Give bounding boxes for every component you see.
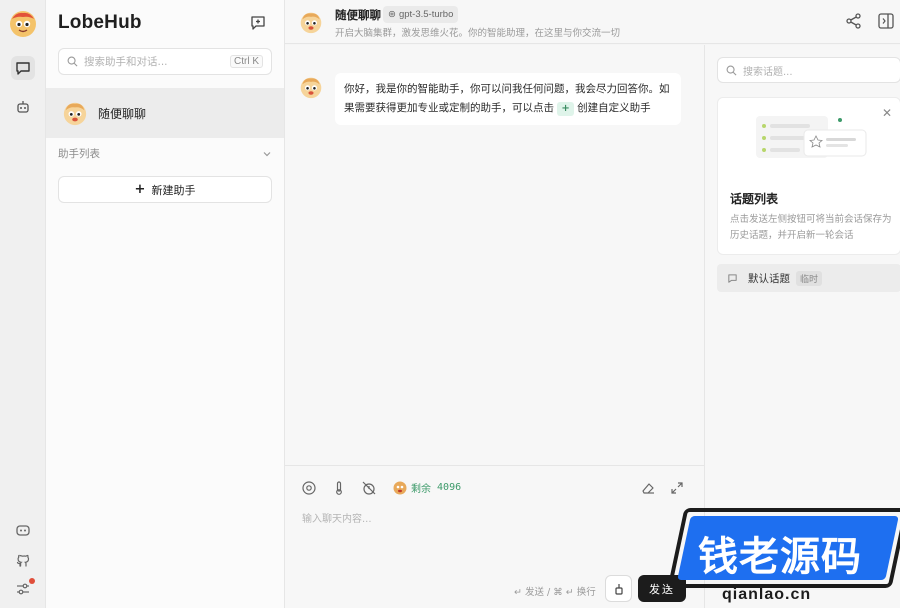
close-icon[interactable]: ✕ [882, 106, 892, 120]
clear-button[interactable] [640, 480, 658, 498]
tokens-value: 4096 [437, 482, 462, 493]
history-limit-button[interactable] [361, 480, 379, 498]
token-face-icon [393, 481, 407, 494]
timer-off-icon [362, 481, 376, 495]
chat-header: 随便聊聊 ⊛ gpt-3.5-turbo 开启大脑集群，激发思维火花。你的智能助… [285, 0, 900, 44]
brain-icon [302, 481, 316, 495]
send-shortcut-hint: ↵ 发送 / ⌘ ↵ 换行 [514, 587, 596, 598]
topic-icon [728, 273, 737, 283]
message-text-end: 创建自定义助手 [577, 102, 651, 114]
new-chat-button[interactable] [248, 13, 268, 33]
chat-description: 开启大脑集群，激发思维火花。你的智能助理，在这里与你交流一切 [335, 28, 621, 39]
bot-icon [17, 101, 29, 113]
session-search-input[interactable]: 搜索助手和对话... Ctrl K [58, 48, 272, 75]
topic-search-placeholder: 搜索话题... [743, 66, 793, 78]
share-button[interactable] [845, 12, 865, 32]
chat-title: 随便聊聊 [335, 8, 381, 22]
token-counter: 剩余 4096 [393, 480, 461, 495]
topic-illustration [756, 116, 867, 158]
model-switch-button[interactable] [301, 480, 319, 498]
agent-group-header[interactable]: 助手列表 [58, 146, 272, 161]
agent-group-label: 助手列表 [58, 148, 100, 160]
sliders-icon [17, 583, 29, 595]
panel-right-icon [878, 13, 894, 29]
session-name: 随便聊聊 [98, 106, 147, 121]
message-input[interactable]: 输入聊天内容... [302, 510, 372, 525]
search-shortcut-hint: Ctrl K [230, 55, 263, 68]
expand-button[interactable] [669, 480, 687, 498]
thermometer-icon [336, 481, 342, 495]
topic-tip-body: 点击发送左侧按钮可将当前会话保存为历史话题，并开启新一轮会话 [730, 214, 892, 241]
topic-temp-tag: 临时 [796, 270, 823, 286]
share-icon [846, 13, 861, 29]
brand-logo-text: LobeHub [58, 12, 142, 33]
new-message-icon [251, 16, 265, 30]
topic-tip-card: ✕ 话题列表 点击发送左侧按钮可将当前会话保存为历史话题，并开启新一轮会话 [717, 97, 900, 255]
settings-button[interactable] [11, 577, 35, 601]
watermark-url: qianlao.cn [722, 586, 812, 603]
user-avatar[interactable] [9, 10, 37, 38]
header-agent-avatar[interactable] [299, 10, 323, 34]
topic-tip-title: 话题列表 [730, 192, 779, 206]
notification-dot [29, 578, 35, 584]
temperature-button[interactable] [331, 480, 349, 498]
chat-nav-button[interactable] [11, 56, 35, 80]
search-placeholder: 搜索助手和对话... [84, 56, 168, 68]
github-button[interactable] [11, 548, 35, 572]
session-sidebar: LobeHub 搜索助手和对话... Ctrl K 随便聊聊 助手列表 + 新建… [46, 0, 285, 608]
model-badge[interactable]: ⊛ gpt-3.5-turbo [383, 6, 459, 23]
add-agent-label: 新建助手 [151, 183, 196, 197]
chat-icon [16, 62, 30, 75]
model-name: gpt-3.5-turbo [398, 9, 454, 20]
plus-icon: + [134, 182, 146, 197]
watermark-text: 钱老源码 [698, 534, 862, 580]
tokens-label: 剩余 [411, 484, 431, 495]
chat-message-list: 你好，我是你的智能助手，你可以问我任何问题，我会尽力回答你。如果需要获得更加专业… [285, 45, 704, 465]
chevron-down-icon [263, 151, 271, 156]
add-agent-button[interactable]: + 新建助手 [58, 176, 272, 203]
github-icon [16, 554, 30, 567]
expand-icon [671, 482, 683, 494]
toggle-topic-panel-button[interactable] [877, 12, 897, 32]
search-icon [67, 56, 78, 67]
chat-input-area: 剩余 4096 输入聊天内容... ↵ 发送 / ⌘ ↵ 换行 发送 [285, 465, 704, 608]
discord-button[interactable] [11, 518, 35, 542]
topic-label: 默认话题 [748, 272, 790, 285]
agent-avatar [63, 102, 87, 126]
eraser-icon [642, 483, 654, 494]
discord-icon [16, 525, 30, 536]
broom-icon [614, 583, 623, 595]
session-item[interactable]: 随便聊聊 [46, 88, 284, 138]
nav-rail [0, 0, 46, 608]
market-nav-button[interactable] [11, 95, 35, 119]
site-watermark: 钱老源码 qianlao.cn [667, 500, 900, 608]
assistant-avatar [299, 75, 323, 99]
topic-item[interactable]: 默认话题 临时 [717, 264, 900, 292]
create-agent-chip[interactable]: + [557, 102, 574, 116]
topic-search-input[interactable]: 搜索话题... [717, 57, 900, 83]
send-menu-button[interactable] [605, 575, 632, 602]
assistant-message: 你好，我是你的智能助手，你可以问我任何问题，我会尽力回答你。如果需要获得更加专业… [335, 73, 681, 125]
search-icon [726, 65, 737, 75]
openai-icon: ⊛ [388, 9, 396, 20]
